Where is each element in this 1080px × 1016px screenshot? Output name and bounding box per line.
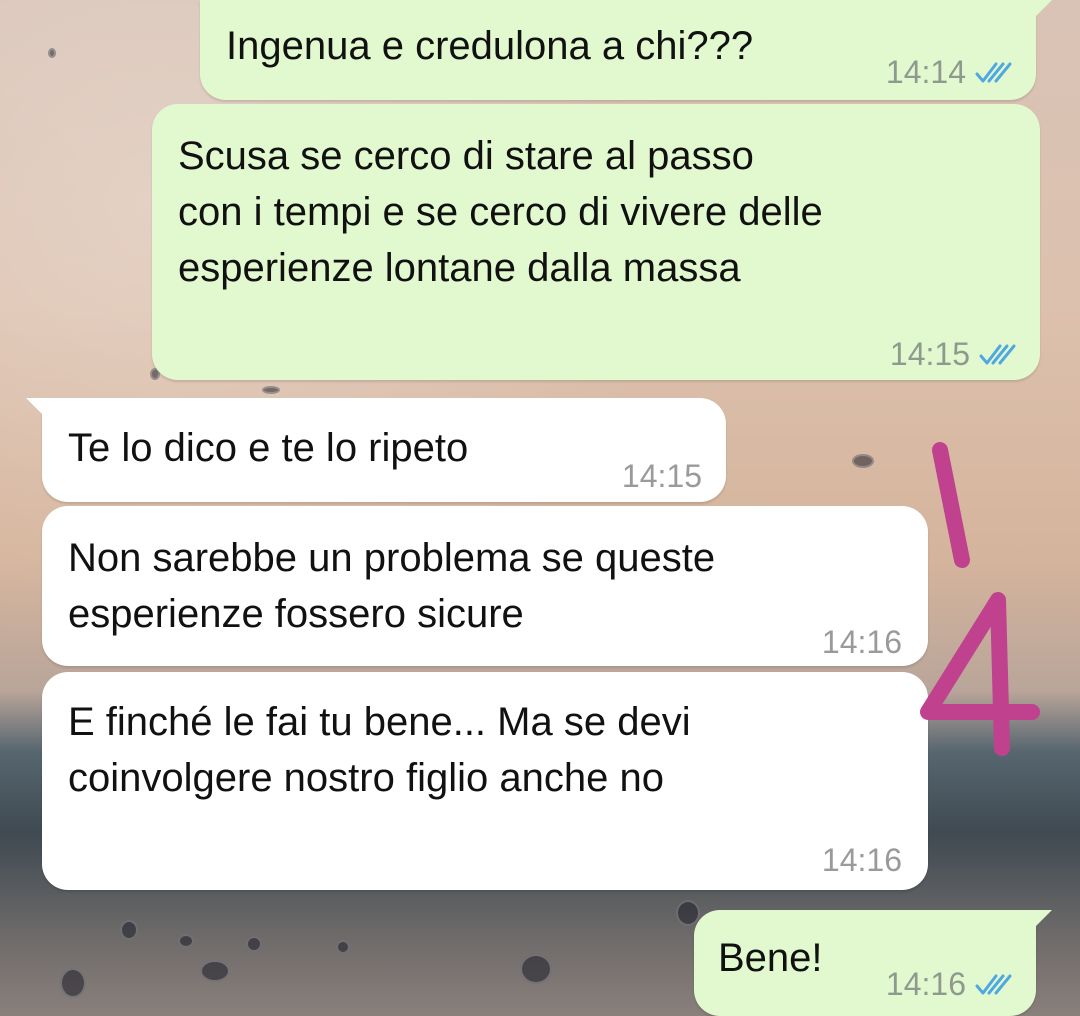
water-drop [852, 454, 874, 468]
message-bubble-outgoing[interactable]: Bene! 14:16 [694, 910, 1052, 1016]
read-double-check-icon [979, 344, 1016, 365]
message-time: 14:14 [885, 54, 966, 90]
message-text: Ingenua e credulona a chi??? [226, 24, 754, 68]
annotation-stroke [932, 442, 970, 568]
message-time: 14:16 [885, 966, 966, 1002]
message-bubble-outgoing[interactable]: Scusa se cerco di stare al passo con i t… [152, 104, 1040, 380]
message-time: 14:16 [821, 842, 902, 878]
message-time: 14:16 [821, 624, 902, 660]
message-meta: 14:15 [890, 326, 1018, 382]
water-drop [336, 940, 350, 954]
message-time: 14:15 [889, 336, 970, 372]
message-bubble-incoming[interactable]: Non sarebbe un problema se queste esperi… [42, 506, 928, 666]
water-drop [178, 934, 194, 948]
water-drop [262, 386, 280, 394]
message-bubble-incoming[interactable]: Te lo dico e te lo ripeto 14:15 [26, 398, 726, 504]
message-meta: 14:16 [822, 614, 902, 670]
message-time: 14:15 [621, 458, 702, 494]
message-bubble-incoming[interactable]: E finché le fai tu bene... Ma se devi co… [42, 672, 928, 890]
message-meta: 14:14 [886, 44, 1014, 100]
water-drop [60, 968, 86, 998]
message-text: Non sarebbe un problema se queste esperi… [68, 536, 716, 636]
message-text: E finché le fai tu bene... Ma se devi co… [68, 700, 691, 800]
water-drop [200, 960, 230, 982]
read-double-check-icon [975, 974, 1012, 995]
message-text: Bene! [718, 936, 823, 980]
message-text: Scusa se cerco di stare al passo con i t… [178, 134, 823, 290]
water-drop [48, 48, 56, 58]
water-drop [120, 920, 138, 940]
message-meta: 14:16 [822, 832, 902, 888]
handwritten-annotation [920, 442, 1040, 756]
read-double-check-icon [975, 62, 1012, 83]
water-drop [676, 900, 700, 926]
annotation-digit-4 [920, 592, 1040, 756]
message-meta: 14:15 [622, 448, 702, 504]
water-drop [520, 954, 552, 984]
message-text: Te lo dico e te lo ripeto [68, 426, 469, 470]
message-meta: 14:16 [886, 956, 1014, 1012]
message-bubble-outgoing[interactable]: Ingenua e credulona a chi??? 14:14 [200, 0, 1052, 100]
water-drop [246, 936, 262, 952]
